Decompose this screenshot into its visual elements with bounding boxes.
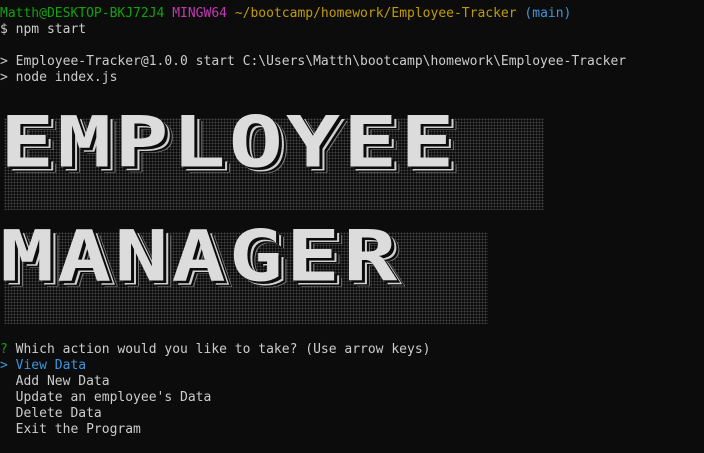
output-line-1: > Employee-Tracker@1.0.0 start C:\Users\… [0, 54, 627, 69]
prompt-path: ~/bootcamp/homework/Employee-Tracker [234, 6, 517, 21]
prompt-user-host: Matth@DESKTOP-BKJ72J4 [0, 6, 165, 21]
menu-item-label: Update an employee's Data [15, 390, 212, 405]
terminal-window[interactable]: Matth@DESKTOP-BKJ72J4 MINGW64 ~/bootcamp… [0, 0, 704, 453]
menu-item-delete-data[interactable]: Delete Data [0, 406, 102, 422]
banner-manager: MANAGER [0, 215, 401, 298]
menu-item-label: View Data [15, 358, 87, 373]
command-text: npm start [15, 22, 87, 37]
menu-item-label: Exit the Program [15, 422, 141, 437]
menu-item-view-data[interactable]: > View Data [0, 358, 86, 374]
question-marker: ? [0, 342, 8, 357]
banner-employee: EMPLOYEE [0, 101, 458, 184]
question-text: Which action would you like to take? (Us… [15, 342, 431, 357]
menu-item-label: Add New Data [15, 374, 110, 389]
shell-prompt: Matth@DESKTOP-BKJ72J4 MINGW64 ~/bootcamp… [0, 6, 571, 22]
output-line-2: > node index.js [0, 70, 118, 85]
prompt-branch: (main) [524, 6, 572, 21]
selection-pointer: > [0, 358, 8, 373]
menu-item-update-employee[interactable]: Update an employee's Data [0, 390, 212, 406]
menu-item-exit[interactable]: Exit the Program [0, 422, 141, 438]
prompt-shell: MINGW64 [172, 6, 227, 21]
command-line: $ npm start [0, 22, 86, 38]
menu-item-label: Delete Data [15, 406, 102, 421]
question-line: ? Which action would you like to take? (… [0, 342, 430, 358]
menu-item-add-new-data[interactable]: Add New Data [0, 374, 110, 390]
prompt-symbol: $ [0, 22, 8, 37]
